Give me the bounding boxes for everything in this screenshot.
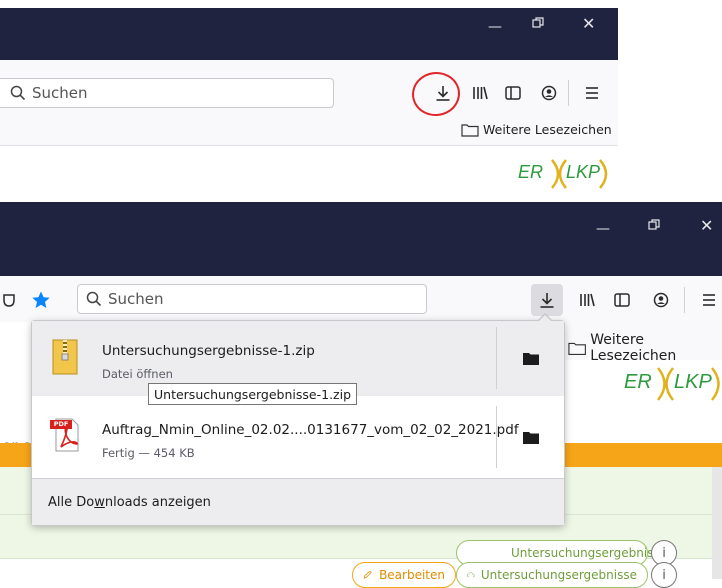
sidebar-icon[interactable] [500, 80, 526, 106]
cloud-download-icon [467, 572, 475, 578]
top-erlkp-logo: ER LKP [514, 156, 612, 192]
show-all-suffix: nloads anzeigen [104, 494, 211, 510]
results-button[interactable]: Untersuchungsergebnisse [456, 562, 648, 588]
download-item-pdf[interactable]: PDF Auftrag_Nmin_Online_02.02....0131677… [32, 400, 564, 474]
folder-icon [522, 431, 539, 444]
download-status: Datei öffnen [102, 367, 173, 381]
pocket-icon[interactable] [0, 288, 18, 312]
download-status: Fertig — 454 KB [102, 446, 195, 460]
close-icon[interactable]: ✕ [700, 218, 713, 234]
show-all-downloads-button[interactable]: Alle Do w nloads anzeigen [32, 478, 564, 525]
top-titlebar [0, 8, 618, 60]
menu-icon[interactable] [696, 287, 722, 313]
info-icon[interactable]: i [651, 562, 677, 588]
show-in-folder-button[interactable] [497, 400, 564, 474]
show-in-folder-button[interactable] [497, 321, 564, 396]
filename-tooltip: Untersuchungsergebnisse-1.zip [148, 383, 358, 405]
search-icon [86, 291, 102, 307]
edit-icon [363, 570, 372, 579]
restore-icon[interactable] [648, 219, 660, 234]
show-all-accesskey: w [94, 494, 105, 510]
search-placeholder: Suchen [108, 290, 164, 308]
library-icon[interactable] [574, 287, 600, 313]
logo-text-lkp: LKP [566, 162, 601, 182]
edit-button-label: Bearbeiten [379, 568, 445, 582]
results-button-label: Untersuchungsergebnisse [511, 546, 668, 560]
bottom-erlkp-logo: ER LKP [618, 364, 722, 404]
logo-text-er: ER [518, 162, 544, 182]
close-icon[interactable]: ✕ [582, 16, 595, 32]
downloads-icon[interactable] [534, 287, 560, 313]
toolbar-separator [568, 80, 569, 106]
restore-icon[interactable] [532, 17, 544, 32]
bookmarks-label: Weitere Lesezeichen [483, 122, 612, 137]
account-icon[interactable] [648, 287, 674, 313]
menu-icon[interactable] [579, 80, 605, 106]
download-filename: Auftrag_Nmin_Online_02.02....0131677_vom… [102, 422, 519, 438]
bookmark-star-icon[interactable] [28, 287, 54, 313]
edit-button[interactable]: Bearbeiten [352, 562, 456, 588]
pdf-badge-label: PDF [53, 420, 69, 429]
minimize-icon[interactable]: — [488, 20, 502, 34]
top-other-bookmarks[interactable]: Weitere Lesezeichen [461, 122, 612, 137]
zip-file-icon [52, 339, 78, 375]
search-icon [10, 85, 26, 101]
logo-text-lkp: LKP [674, 371, 712, 393]
show-all-prefix: Alle Do [48, 494, 95, 510]
folder-icon [522, 353, 539, 365]
logo-text-er: ER [624, 371, 652, 393]
library-icon[interactable] [467, 80, 493, 106]
page-scrollbar[interactable] [712, 467, 722, 579]
results-button-label: Untersuchungsergebnisse [480, 568, 637, 582]
tooltip-text: Untersuchungsergebnisse-1.zip [154, 386, 352, 402]
bottom-titlebar [0, 202, 722, 276]
bottom-search-field[interactable]: Suchen [77, 284, 427, 314]
search-placeholder: Suchen [32, 84, 88, 102]
download-filename: Untersuchungsergebnisse-1.zip [102, 343, 315, 359]
minimize-icon[interactable]: — [596, 222, 610, 236]
sidebar-icon[interactable] [609, 287, 635, 313]
pdf-badge: PDF [50, 420, 72, 429]
top-search-field[interactable]: Suchen [0, 78, 334, 108]
toolbar-separator [684, 287, 685, 313]
folder-icon [461, 123, 479, 137]
folder-icon [568, 342, 586, 355]
account-icon[interactable] [536, 80, 562, 106]
